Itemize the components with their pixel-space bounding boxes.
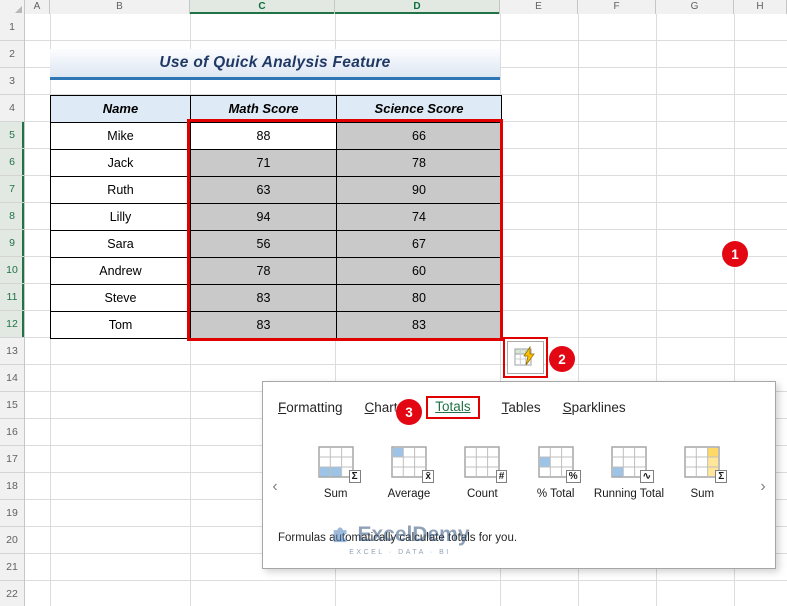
count-icon: #	[464, 446, 508, 483]
row-header[interactable]: 19	[0, 500, 24, 527]
table-cell[interactable]: Lilly	[51, 204, 191, 231]
step-badge-2: 2	[549, 346, 575, 372]
row-header[interactable]: 11	[0, 284, 24, 311]
row-header[interactable]: 18	[0, 473, 24, 500]
row-header[interactable]: 12	[0, 311, 24, 338]
column-header-d[interactable]: D	[335, 0, 500, 14]
row-header[interactable]: 6	[0, 149, 24, 176]
row-header[interactable]: 8	[0, 203, 24, 230]
row-header[interactable]: 10	[0, 257, 24, 284]
table-cell[interactable]: Steve	[51, 285, 191, 312]
percent-symbol: %	[565, 470, 581, 483]
row-header[interactable]: 5	[0, 122, 24, 149]
running-total-symbol: ∿	[639, 470, 654, 483]
row-header[interactable]: 20	[0, 527, 24, 554]
totals-item-sum-columns[interactable]: Σ Sum	[299, 446, 372, 501]
column-header-b[interactable]: B	[50, 0, 190, 14]
row-header[interactable]: 1	[0, 14, 24, 41]
tab-formatting[interactable]: Formatting	[278, 400, 343, 415]
quick-analysis-button[interactable]	[507, 341, 544, 374]
table-cell[interactable]: Mike	[51, 123, 191, 150]
totals-item-label: Average	[387, 488, 431, 500]
row-header[interactable]: 2	[0, 41, 24, 68]
tab-totals[interactable]: Totals	[426, 396, 480, 419]
row-header[interactable]: 17	[0, 446, 24, 473]
totals-item-running-total[interactable]: ∿ Running Total	[592, 446, 665, 501]
table-cell[interactable]: Jack	[51, 150, 191, 177]
scroll-left-arrow[interactable]: ‹	[268, 478, 282, 496]
tab-label: otals	[442, 399, 471, 414]
table-cell[interactable]: Sara	[51, 231, 191, 258]
row-header[interactable]: 15	[0, 392, 24, 419]
totals-item-count[interactable]: # Count	[446, 446, 519, 501]
worksheet-title: Use of Quick Analysis Feature	[50, 49, 500, 80]
row-header[interactable]: 3	[0, 68, 24, 95]
tab-label: S	[562, 400, 572, 415]
panel-footer-text: Formulas automatically calculate totals …	[278, 532, 518, 544]
row-header[interactable]: 9	[0, 230, 24, 257]
column-header-e[interactable]: E	[500, 0, 578, 14]
totals-item-percent-total[interactable]: % % Total	[519, 446, 592, 501]
tab-sparklines[interactable]: Sparklines	[563, 400, 626, 415]
row-header[interactable]: 21	[0, 554, 24, 581]
sum-symbol: Σ	[715, 470, 728, 483]
column-header-c[interactable]: C	[190, 0, 335, 14]
totals-options-row: Σ Sum x̄ Average # Count % % Total ∿ Run…	[299, 446, 739, 501]
table-cell[interactable]: Tom	[51, 312, 191, 339]
totals-item-label: Running Total	[593, 488, 665, 500]
row-header[interactable]: 7	[0, 176, 24, 203]
totals-item-label: Sum	[323, 488, 348, 500]
totals-item-label: Sum	[690, 488, 715, 500]
column-header-a[interactable]: A	[25, 0, 50, 14]
tab-label: ormatting	[286, 400, 343, 415]
excel-window: A B C D E F G H 1 2 3 4 5 6 7 8 9 10 11 …	[0, 0, 787, 606]
step-badge-1: 1	[722, 241, 748, 267]
column-header-f[interactable]: F	[578, 0, 656, 14]
average-symbol: x̄	[422, 470, 434, 483]
sum-symbol: Σ	[348, 470, 361, 483]
totals-item-label: % Total	[536, 488, 575, 500]
running-total-icon: ∿	[611, 446, 654, 483]
row-header[interactable]: 22	[0, 581, 24, 606]
sum-rows-icon: Σ	[684, 446, 728, 483]
totals-item-label: Count	[466, 488, 498, 500]
tab-tables[interactable]: Tables	[502, 400, 541, 415]
tab-label: ables	[508, 400, 541, 415]
table-header-name[interactable]: Name	[51, 96, 191, 123]
quick-analysis-panel: Formatting Charts Totals Tables Sparklin…	[262, 381, 776, 569]
quick-analysis-icon	[514, 345, 538, 370]
step-badge-3: 3	[396, 399, 422, 425]
sum-columns-icon: Σ	[317, 446, 361, 483]
tab-label: C	[364, 400, 375, 415]
selected-range-highlight	[187, 119, 503, 341]
select-all-corner[interactable]	[0, 0, 25, 14]
average-icon: x̄	[391, 446, 434, 483]
scroll-right-arrow[interactable]: ›	[756, 478, 770, 496]
row-header[interactable]: 4	[0, 95, 24, 122]
totals-item-sum-rows[interactable]: Σ Sum	[666, 446, 739, 501]
row-header[interactable]: 16	[0, 419, 24, 446]
count-symbol: #	[495, 470, 508, 483]
column-header-g[interactable]: G	[656, 0, 734, 14]
tab-label: F	[278, 400, 287, 415]
row-header[interactable]: 13	[0, 338, 24, 365]
row-header[interactable]: 14	[0, 365, 24, 392]
totals-item-average[interactable]: x̄ Average	[372, 446, 445, 501]
table-cell[interactable]: Ruth	[51, 177, 191, 204]
column-header-row: A B C D E F G H	[0, 0, 787, 14]
column-header-h[interactable]: H	[734, 0, 787, 14]
percent-total-icon: %	[537, 446, 581, 483]
quick-analysis-tabs: Formatting Charts Totals Tables Sparklin…	[278, 396, 626, 419]
table-cell[interactable]: Andrew	[51, 258, 191, 285]
tab-label: parklines	[571, 400, 626, 415]
row-header-column: 1 2 3 4 5 6 7 8 9 10 11 12 13 14 15 16 1…	[0, 14, 25, 606]
